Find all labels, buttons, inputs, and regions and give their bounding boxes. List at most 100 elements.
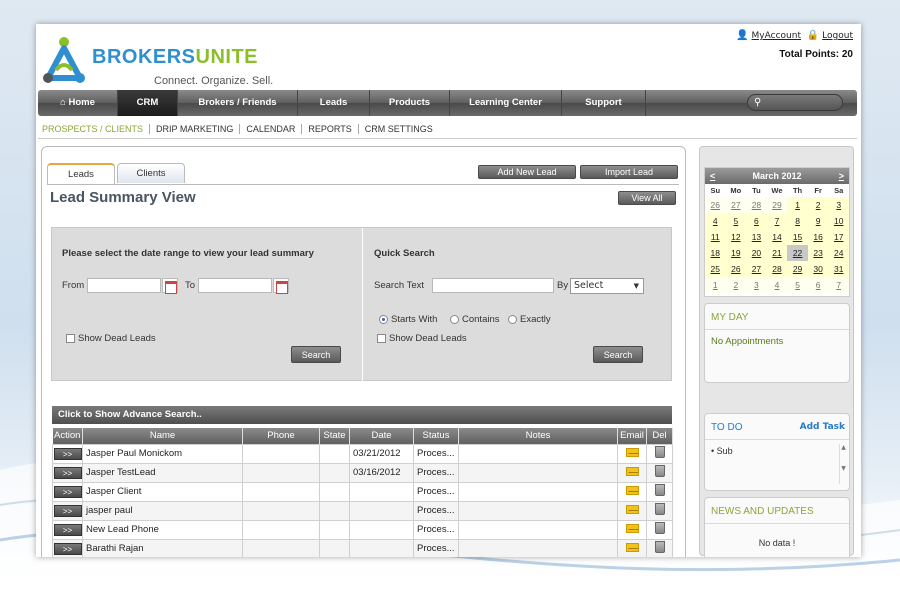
subnav-calendar[interactable]: CALENDAR (239, 124, 302, 134)
calendar-day[interactable]: 10 (828, 213, 849, 229)
import-lead-button[interactable]: Import Lead (580, 165, 678, 179)
calendar-prev-button[interactable]: < (710, 168, 715, 184)
subnav-crm-settings[interactable]: CRM SETTINGS (357, 124, 439, 134)
subnav-reports[interactable]: REPORTS (301, 124, 358, 134)
calendar-day[interactable]: 4 (705, 213, 726, 229)
calendar-day[interactable]: 24 (828, 245, 849, 261)
envelope-icon[interactable] (625, 542, 639, 552)
envelope-icon[interactable] (625, 466, 639, 476)
calendar-day[interactable]: 23 (807, 245, 829, 261)
calendar-day[interactable]: 7 (828, 277, 849, 293)
brand-logo[interactable]: BROKERSUNITE Connect. Organize. Sell. (40, 34, 280, 87)
calendar-day[interactable]: 8 (787, 213, 808, 229)
calendar-day[interactable]: 19 (725, 245, 747, 261)
calendar-day[interactable]: 30 (807, 261, 829, 277)
contains-radio[interactable] (450, 315, 459, 324)
row-action-button[interactable]: >> (53, 485, 82, 498)
calendar-day[interactable]: 31 (828, 261, 849, 277)
search-by-select[interactable]: Select ▼ (570, 278, 644, 294)
nav-crm[interactable]: CRM (118, 90, 178, 116)
calendar-day[interactable]: 7 (766, 213, 788, 229)
from-date-input[interactable] (87, 278, 161, 293)
nav-learning-center[interactable]: Learning Center (450, 90, 562, 116)
exactly-radio[interactable] (508, 315, 517, 324)
to-date-input[interactable] (198, 278, 272, 293)
todo-scrollbar[interactable]: ▲ ▼ (839, 444, 847, 484)
calendar-day[interactable]: 2 (807, 197, 829, 213)
calendar-day[interactable]: 5 (787, 277, 808, 293)
col-state[interactable]: State (319, 428, 350, 444)
calendar-day[interactable]: 27 (746, 261, 767, 277)
calendar-day[interactable]: 15 (787, 229, 808, 245)
calendar-day[interactable]: 27 (725, 197, 747, 213)
show-dead-leads-checkbox-2[interactable] (377, 334, 386, 343)
subnav-prospects-clients[interactable]: PROSPECTS / CLIENTS (42, 124, 149, 134)
nav-home[interactable]: ⌂ Home (38, 90, 118, 116)
envelope-icon[interactable] (625, 447, 639, 457)
to-calendar-icon[interactable] (273, 278, 289, 294)
calendar-day[interactable]: 17 (828, 229, 849, 245)
trash-icon[interactable] (654, 541, 665, 553)
calendar-day[interactable]: 26 (725, 261, 747, 277)
calendar-day[interactable]: 28 (746, 197, 767, 213)
nav-brokers-friends[interactable]: Brokers / Friends (178, 90, 298, 116)
col-status[interactable]: Status (413, 428, 459, 444)
view-all-button[interactable]: View All (618, 191, 676, 205)
calendar-day[interactable]: 9 (807, 213, 829, 229)
calendar-day[interactable]: 5 (725, 213, 747, 229)
calendar-day[interactable]: 29 (787, 261, 808, 277)
calendar-day[interactable]: 26 (705, 197, 726, 213)
row-action-button[interactable]: >> (53, 466, 82, 479)
add-new-lead-button[interactable]: Add New Lead (478, 165, 576, 179)
calendar-day[interactable]: 2 (725, 277, 747, 293)
search-text-input[interactable] (432, 278, 554, 293)
trash-icon[interactable] (654, 522, 665, 534)
nav-support[interactable]: Support (562, 90, 646, 116)
calendar-day[interactable]: 25 (705, 261, 726, 277)
col-date[interactable]: Date (349, 428, 414, 444)
my-account-link[interactable]: MyAccount (752, 31, 801, 41)
calendar-day[interactable]: 6 (807, 277, 829, 293)
nav-search-input[interactable]: ⚲ (747, 94, 843, 111)
tab-leads[interactable]: Leads (47, 163, 115, 185)
envelope-icon[interactable] (625, 485, 639, 495)
nav-products[interactable]: Products (370, 90, 450, 116)
row-action-button[interactable]: >> (53, 504, 82, 517)
calendar-day[interactable]: 1 (787, 197, 808, 213)
subnav-drip-marketing[interactable]: DRIP MARKETING (149, 124, 240, 134)
calendar-day[interactable]: 11 (705, 229, 726, 245)
date-search-button[interactable]: Search (291, 346, 341, 363)
trash-icon[interactable] (654, 484, 665, 496)
trash-icon[interactable] (654, 446, 665, 458)
calendar-day[interactable]: 4 (766, 277, 788, 293)
col-phone[interactable]: Phone (242, 428, 320, 444)
row-action-button[interactable]: >> (53, 523, 82, 536)
calendar-day[interactable]: 6 (746, 213, 767, 229)
envelope-icon[interactable] (625, 523, 639, 533)
trash-icon[interactable] (654, 503, 665, 515)
calendar-day[interactable]: 1 (705, 277, 726, 293)
starts-with-radio[interactable] (379, 315, 388, 324)
show-dead-leads-checkbox-1[interactable] (66, 334, 75, 343)
nav-leads[interactable]: Leads (298, 90, 370, 116)
calendar-day[interactable]: 21 (766, 245, 788, 261)
calendar-day-today[interactable]: 22 (787, 245, 808, 261)
calendar-day[interactable]: 16 (807, 229, 829, 245)
advance-search-toggle[interactable]: Click to Show Advance Search.. (52, 406, 672, 424)
calendar-day[interactable]: 20 (746, 245, 767, 261)
calendar-day[interactable]: 13 (746, 229, 767, 245)
calendar-day[interactable]: 12 (725, 229, 747, 245)
calendar-day[interactable]: 3 (746, 277, 767, 293)
calendar-day[interactable]: 29 (766, 197, 788, 213)
envelope-icon[interactable] (625, 504, 639, 514)
calendar-next-button[interactable]: > (839, 168, 844, 184)
calendar-day[interactable]: 18 (705, 245, 726, 261)
calendar-day[interactable]: 3 (828, 197, 849, 213)
tab-clients[interactable]: Clients (117, 163, 185, 183)
calendar-day[interactable]: 28 (766, 261, 788, 277)
calendar-day[interactable]: 14 (766, 229, 788, 245)
row-action-button[interactable]: >> (53, 447, 82, 460)
add-task-link[interactable]: Add Task (800, 422, 845, 432)
trash-icon[interactable] (654, 465, 665, 477)
quick-search-button[interactable]: Search (593, 346, 643, 363)
